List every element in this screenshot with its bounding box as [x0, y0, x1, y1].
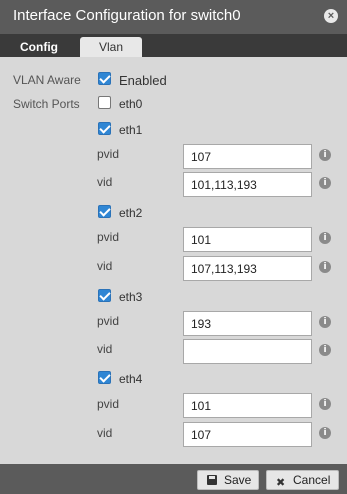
interface-config-dialog: Interface Configuration for switch0 × Co…	[0, 0, 347, 494]
eth1-label: eth1	[119, 123, 143, 137]
eth4-pvid-info-icon[interactable]: i	[319, 398, 331, 410]
eth2-pvid-info-icon[interactable]: i	[319, 232, 331, 244]
close-icon[interactable]: ×	[324, 9, 338, 23]
eth4-label: eth4	[119, 372, 143, 386]
eth3-pvid-label: pvid	[97, 314, 120, 328]
vlan-aware-label: VLAN Aware	[13, 73, 81, 87]
tab-bar: Config Vlan	[0, 34, 347, 57]
eth1-vid-label: vid	[97, 175, 113, 189]
tab-config[interactable]: Config	[4, 37, 74, 57]
cancel-button[interactable]: ✖ Cancel	[266, 470, 339, 490]
eth2-vid-label: vid	[97, 259, 113, 273]
eth4-pvid-label: pvid	[97, 397, 120, 411]
eth4-pvid-input[interactable]	[183, 393, 312, 418]
eth2-pvid-input[interactable]	[183, 227, 312, 252]
eth3-checkbox[interactable]	[98, 289, 111, 302]
eth2-checkbox[interactable]	[98, 205, 111, 218]
eth3-vid-label: vid	[97, 342, 113, 356]
eth3-pvid-input[interactable]	[183, 311, 312, 336]
eth1-pvid-label: pvid	[97, 147, 120, 161]
eth3-label: eth3	[119, 290, 143, 304]
eth4-vid-label: vid	[97, 426, 113, 440]
eth0-label: eth0	[119, 97, 143, 111]
eth4-vid-info-icon[interactable]: i	[319, 427, 331, 439]
eth2-vid-info-icon[interactable]: i	[319, 261, 331, 273]
dialog-titlebar: Interface Configuration for switch0 ×	[0, 0, 347, 34]
eth0-checkbox[interactable]	[98, 96, 111, 109]
switch-ports-label: Switch Ports	[13, 97, 80, 111]
save-button-label: Save	[224, 473, 252, 487]
vlan-panel: VLAN Aware Enabled Switch Ports eth0 eth…	[0, 57, 347, 464]
dialog-title: Interface Configuration for switch0	[13, 7, 241, 24]
eth1-vid-input[interactable]	[183, 172, 312, 197]
vlan-aware-enabled-label: Enabled	[119, 73, 167, 88]
eth1-pvid-info-icon[interactable]: i	[319, 149, 331, 161]
floppy-disk-icon	[207, 475, 217, 485]
eth2-vid-input[interactable]	[183, 256, 312, 281]
eth1-vid-info-icon[interactable]: i	[319, 177, 331, 189]
eth4-vid-input[interactable]	[183, 422, 312, 447]
cancel-button-label: Cancel	[293, 473, 331, 487]
save-button[interactable]: Save	[197, 470, 259, 490]
eth2-label: eth2	[119, 206, 143, 220]
eth2-pvid-label: pvid	[97, 230, 120, 244]
eth3-vid-input[interactable]	[183, 339, 312, 364]
eth1-pvid-input[interactable]	[183, 144, 312, 169]
vlan-aware-checkbox[interactable]	[98, 72, 111, 85]
tab-vlan[interactable]: Vlan	[80, 37, 142, 57]
eth3-vid-info-icon[interactable]: i	[319, 344, 331, 356]
cancel-x-icon: ✖	[276, 477, 286, 489]
eth4-checkbox[interactable]	[98, 371, 111, 384]
eth3-pvid-info-icon[interactable]: i	[319, 316, 331, 328]
eth1-checkbox[interactable]	[98, 122, 111, 135]
dialog-footer: Save ✖ Cancel	[0, 464, 347, 494]
